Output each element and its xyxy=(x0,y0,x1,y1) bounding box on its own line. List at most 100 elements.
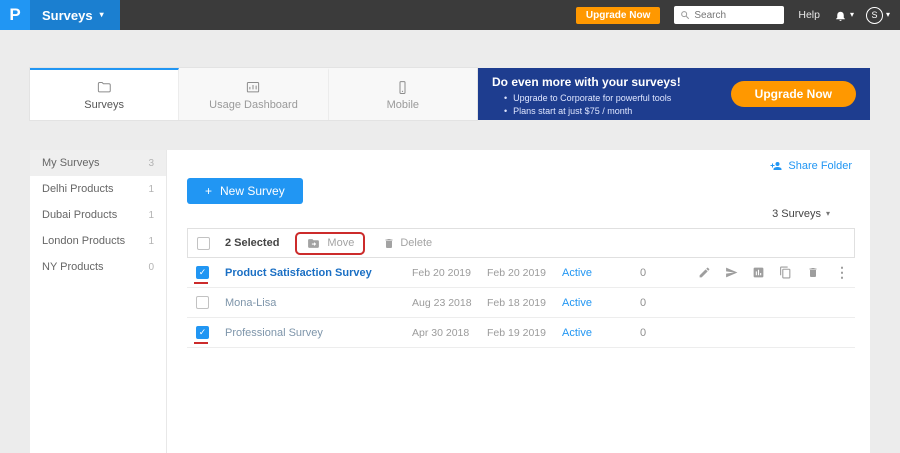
delete-button[interactable]: Delete xyxy=(383,237,432,250)
surveys-panel: Share Folder + New Survey 3 Surveys ▾ 2 … xyxy=(166,150,870,453)
account-menu[interactable]: S ▾ xyxy=(866,7,890,24)
promo-bullet: • Plans start at just $75 / month xyxy=(478,105,870,118)
survey-count-dropdown[interactable]: 3 Surveys ▾ xyxy=(772,208,830,220)
tab-usage-dashboard[interactable]: Usage Dashboard xyxy=(179,68,328,120)
status-label: Active xyxy=(562,327,640,339)
row-check-cell xyxy=(187,288,225,317)
surveys-menu[interactable]: Surveys ▾ xyxy=(30,0,120,30)
folders-sidebar: My Surveys 3 Delhi Products 1 Dubai Prod… xyxy=(30,150,166,453)
avatar-initial: S xyxy=(871,10,877,20)
banner-upgrade-button[interactable]: Upgrade Now xyxy=(731,81,856,107)
check-icon: ✓ xyxy=(199,268,207,277)
screen: P Surveys ▾ Upgrade Now Help ▾ xyxy=(0,0,900,453)
row-check-cell: ✓ xyxy=(187,258,225,287)
table-row: ✓ Professional Survey Apr 30 2018 Feb 19… xyxy=(187,318,855,348)
folder-label: Delhi Products xyxy=(42,183,114,195)
folder-label: NY Products xyxy=(42,261,104,273)
move-annotation: Move xyxy=(295,232,365,255)
created-date: Aug 23 2018 xyxy=(412,297,487,309)
move-button[interactable]: Move xyxy=(306,237,354,250)
row-check-cell: ✓ xyxy=(187,318,225,347)
check-icon: ✓ xyxy=(199,328,207,337)
created-date: Feb 20 2019 xyxy=(412,267,487,279)
copy-icon[interactable] xyxy=(779,266,792,279)
status-label: Active xyxy=(562,267,640,279)
red-underline-annotation xyxy=(194,282,208,284)
help-link[interactable]: Help xyxy=(798,9,820,21)
modified-date: Feb 18 2019 xyxy=(487,297,562,309)
app-logo[interactable]: P xyxy=(0,0,30,30)
new-survey-label: New Survey xyxy=(220,184,285,198)
folder-label: London Products xyxy=(42,235,125,247)
stats-icon[interactable] xyxy=(752,266,765,279)
sidebar-item-my-surveys[interactable]: My Surveys 3 xyxy=(30,150,166,176)
survey-title-link[interactable]: Professional Survey xyxy=(225,327,412,339)
folder-count: 0 xyxy=(148,262,154,273)
search-input[interactable] xyxy=(694,10,778,21)
folder-count: 1 xyxy=(148,236,154,247)
modified-date: Feb 19 2019 xyxy=(487,327,562,339)
upgrade-now-button[interactable]: Upgrade Now xyxy=(576,7,660,24)
responses-count: 0 xyxy=(640,327,685,339)
chevron-down-icon: ▾ xyxy=(850,11,854,19)
table-row: ✓ Product Satisfaction Survey Feb 20 201… xyxy=(187,258,855,288)
share-folder-icon xyxy=(769,160,783,172)
promo-banner: Do even more with your surveys! • Upgrad… xyxy=(478,68,870,120)
tab-surveys[interactable]: Surveys xyxy=(30,68,179,120)
share-folder-label: Share Folder xyxy=(788,160,852,172)
tab-mobile[interactable]: Mobile xyxy=(329,68,477,120)
red-underline-annotation xyxy=(194,342,208,344)
responses-count: 0 xyxy=(640,297,685,309)
chevron-down-icon: ▾ xyxy=(886,11,890,19)
chevron-down-icon: ▾ xyxy=(100,11,104,19)
logo-letter: P xyxy=(9,5,20,25)
mobile-icon xyxy=(395,80,410,95)
row-checkbox[interactable] xyxy=(196,296,209,309)
survey-count-label: 3 Surveys xyxy=(772,208,821,220)
folder-label: Dubai Products xyxy=(42,209,117,221)
surveys-menu-label: Surveys xyxy=(42,8,93,23)
avatar: S xyxy=(866,7,883,24)
promo-bullet-text: Upgrade to Corporate for powerful tools xyxy=(513,92,671,105)
search-box[interactable] xyxy=(674,6,784,24)
dashboard-icon xyxy=(244,80,262,95)
view-tabs: Surveys Usage Dashboard Mobile xyxy=(30,68,477,120)
notifications-button[interactable]: ▾ xyxy=(834,9,854,22)
row-checkbox[interactable]: ✓ xyxy=(196,326,209,339)
bullet-icon: • xyxy=(504,92,507,105)
selected-count-label: 2 Selected xyxy=(225,237,279,249)
topbar: P Surveys ▾ Upgrade Now Help ▾ xyxy=(0,0,900,30)
folder-label: My Surveys xyxy=(42,157,99,169)
folder-count: 1 xyxy=(148,184,154,195)
survey-list: ✓ Product Satisfaction Survey Feb 20 201… xyxy=(187,258,855,348)
row-actions: ⋮ xyxy=(698,264,855,281)
responses-count: 0 xyxy=(640,267,685,279)
send-icon[interactable] xyxy=(725,266,738,279)
sidebar-item-delhi-products[interactable]: Delhi Products 1 xyxy=(30,176,166,202)
survey-title-link[interactable]: Mona-Lisa xyxy=(225,297,412,309)
tab-label: Usage Dashboard xyxy=(209,99,298,111)
survey-title-link[interactable]: Product Satisfaction Survey xyxy=(225,267,412,279)
chevron-down-icon: ▾ xyxy=(826,210,830,218)
table-row: Mona-Lisa Aug 23 2018 Feb 18 2019 Active… xyxy=(187,288,855,318)
share-folder-link[interactable]: Share Folder xyxy=(769,160,852,172)
folder-count: 1 xyxy=(148,210,154,221)
sidebar-item-dubai-products[interactable]: Dubai Products 1 xyxy=(30,202,166,228)
sidebar-item-london-products[interactable]: London Products 1 xyxy=(30,228,166,254)
new-survey-button[interactable]: + New Survey xyxy=(187,178,303,204)
folder-icon xyxy=(95,80,113,95)
search-icon xyxy=(680,10,690,20)
sidebar-item-ny-products[interactable]: NY Products 0 xyxy=(30,254,166,280)
select-all-checkbox[interactable] xyxy=(197,237,210,250)
topbar-right: Upgrade Now Help ▾ S ▾ xyxy=(576,6,900,24)
move-label: Move xyxy=(327,237,354,249)
row-checkbox[interactable]: ✓ xyxy=(196,266,209,279)
bell-icon xyxy=(834,9,847,22)
edit-icon[interactable] xyxy=(698,266,711,279)
bulk-action-toolbar: 2 Selected Move Delete xyxy=(187,228,855,258)
bullet-icon: • xyxy=(504,105,507,118)
trash-icon xyxy=(383,237,395,250)
plus-icon: + xyxy=(205,184,212,198)
kebab-menu-icon[interactable]: ⋮ xyxy=(833,264,851,281)
trash-icon[interactable] xyxy=(806,266,819,279)
